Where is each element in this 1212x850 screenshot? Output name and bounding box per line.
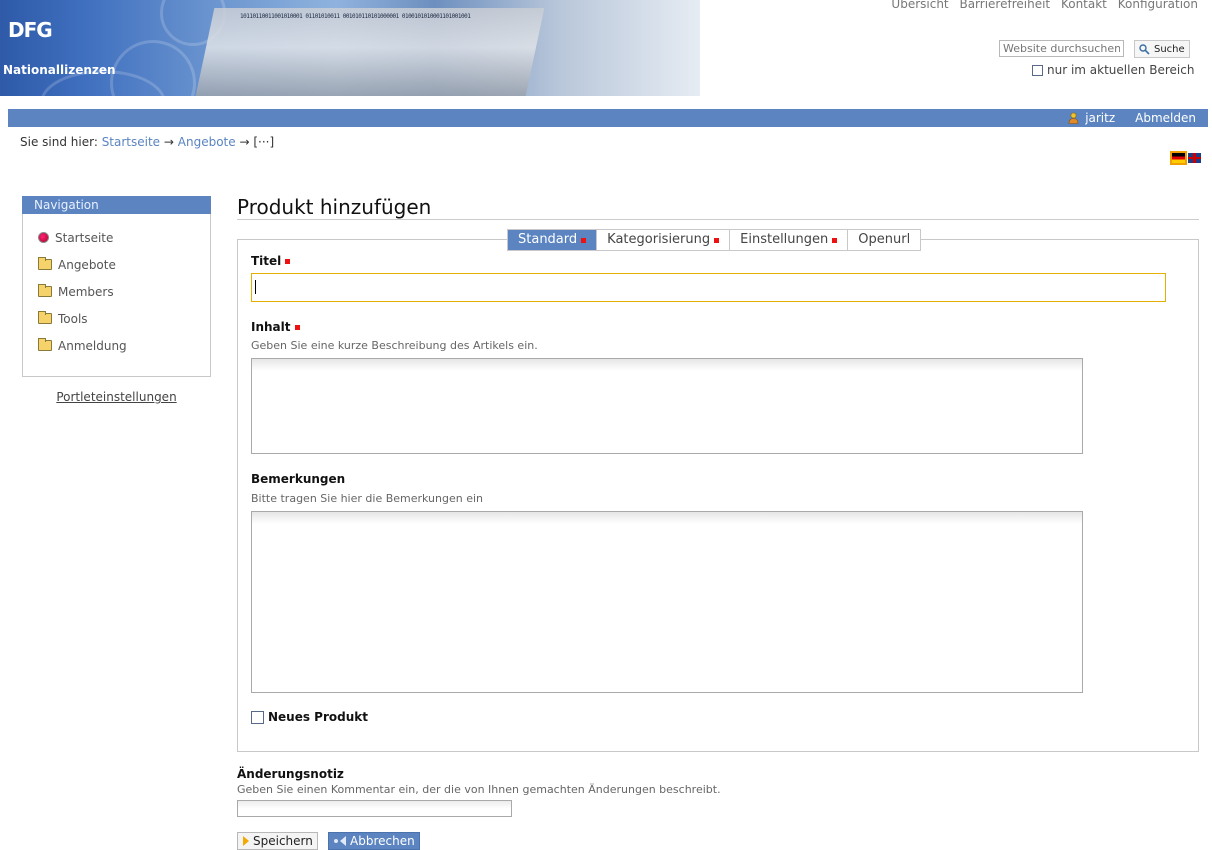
site-brand[interactable]: Nationallizenzen <box>3 63 116 77</box>
breadcrumb-separator: → <box>239 135 250 149</box>
required-marker <box>285 258 291 264</box>
search-scope: nur im aktuellen Bereich <box>1032 63 1194 77</box>
remarks-label: Bemerkungen <box>251 472 346 486</box>
username[interactable]: jaritz <box>1085 111 1115 125</box>
divider <box>237 219 1199 220</box>
link-contact[interactable]: Kontakt <box>1061 0 1107 11</box>
link-configuration[interactable]: Konfiguration <box>1118 0 1198 11</box>
banner-image <box>195 8 545 96</box>
navigation-portlet: Navigation Startseite Angebote Members T… <box>22 196 211 404</box>
link-overview[interactable]: Übersicht <box>891 0 948 11</box>
required-marker <box>714 237 720 243</box>
cancel-button-label: Abbrechen <box>350 834 415 848</box>
title-input[interactable] <box>251 273 1166 302</box>
language-selector <box>1170 151 1201 165</box>
cancel-button[interactable]: Abbrechen <box>328 832 420 850</box>
tab-label: Standard <box>518 232 578 247</box>
folder-icon <box>38 284 52 297</box>
content-textarea[interactable] <box>251 358 1083 454</box>
portlet-body: Startseite Angebote Members Tools Anmeld… <box>22 214 211 377</box>
user-icon <box>1068 112 1079 124</box>
breadcrumb-item-current: [···] <box>253 135 275 149</box>
search-input[interactable] <box>999 40 1124 57</box>
search-scope-label[interactable]: nur im aktuellen Bereich <box>1047 63 1194 77</box>
nav-item-label: Tools <box>58 311 88 326</box>
tab-label: Einstellungen <box>740 232 829 247</box>
site-actions: Übersicht Barrierefreiheit Kontakt Konfi… <box>884 0 1198 11</box>
page-title: Produkt hinzufügen <box>237 195 432 219</box>
nav-item-tools[interactable]: Tools <box>23 305 210 332</box>
required-marker <box>294 324 300 330</box>
breadcrumb-prefix: Sie sind hier: <box>20 135 98 149</box>
nav-item-label: Members <box>58 284 114 299</box>
new-product-label[interactable]: Neues Produkt <box>268 710 368 724</box>
new-product-checkbox[interactable] <box>251 710 264 724</box>
breadcrumb: Sie sind hier: Startseite → Angebote → [… <box>20 135 274 149</box>
tab-kategorisierung[interactable]: Kategorisierung <box>597 230 731 250</box>
portlet-settings-link[interactable]: Portleteinstellungen <box>22 390 211 404</box>
new-product-field: Neues Produkt <box>251 710 368 724</box>
user-bar: jaritz Abmelden <box>8 109 1208 127</box>
tab-einstellungen[interactable]: Einstellungen <box>730 230 849 250</box>
remarks-textarea[interactable] <box>251 511 1083 693</box>
folder-icon <box>38 338 52 351</box>
tab-openurl[interactable]: Openurl <box>848 230 920 250</box>
nav-item-label: Startseite <box>55 230 114 245</box>
portlet-title: Navigation <box>22 196 211 214</box>
folder-icon <box>38 311 52 324</box>
nav-item-angebote[interactable]: Angebote <box>23 251 210 278</box>
content-help: Geben Sie eine kurze Beschreibung des Ar… <box>251 339 538 352</box>
nav-item-label: Anmeldung <box>58 338 127 353</box>
dfg-logo[interactable]: DFG <box>8 18 66 48</box>
search-button[interactable]: Suche <box>1134 40 1190 58</box>
nav-item-members[interactable]: Members <box>23 278 210 305</box>
search-scope-checkbox[interactable] <box>1032 64 1043 76</box>
required-marker <box>581 237 587 243</box>
required-marker <box>832 237 838 243</box>
remarks-help: Bitte tragen Sie hier die Bemerkungen ei… <box>251 492 484 505</box>
user-actions: jaritz Abmelden <box>1068 111 1196 125</box>
cancel-icon <box>334 836 346 846</box>
en-flag-icon[interactable] <box>1188 153 1201 163</box>
save-icon <box>243 836 249 846</box>
link-accessibility[interactable]: Barrierefreiheit <box>959 0 1050 11</box>
nav-item-anmeldung[interactable]: Anmeldung <box>23 332 210 359</box>
breadcrumb-item-offers[interactable]: Angebote <box>178 135 236 149</box>
title-label-text: Titel <box>251 254 282 268</box>
nav-item-startseite[interactable]: Startseite <box>23 224 210 251</box>
search-button-label: Suche <box>1154 43 1185 55</box>
change-note-help: Geben Sie einen Kommentar ein, der die v… <box>237 783 721 796</box>
content-label-text: Inhalt <box>251 320 291 334</box>
tab-standard[interactable]: Standard <box>508 230 598 250</box>
logout-link[interactable]: Abmelden <box>1135 111 1196 125</box>
de-flag-icon[interactable] <box>1170 151 1187 165</box>
header-banner: 10110110011001010001 01101010011 0010101… <box>0 0 700 96</box>
nav-item-label: Angebote <box>58 257 116 272</box>
save-button[interactable]: Speichern <box>237 832 318 850</box>
content-label: Inhalt <box>251 320 300 334</box>
change-note-label: Änderungsnotiz <box>237 767 344 781</box>
home-icon <box>38 232 49 243</box>
breadcrumb-separator: → <box>163 135 174 149</box>
breadcrumb-item-home[interactable]: Startseite <box>102 135 160 149</box>
change-note-input[interactable] <box>237 800 512 817</box>
tab-label: Kategorisierung <box>607 232 711 247</box>
folder-icon <box>38 257 52 270</box>
search-icon <box>1139 43 1150 55</box>
banner-digits: 10110110011001010001 01101010011 0010101… <box>240 13 471 20</box>
tab-label: Openurl <box>858 232 911 247</box>
save-button-label: Speichern <box>253 834 313 848</box>
form-tabs: Standard Kategorisierung Einstellungen O… <box>507 229 922 251</box>
title-label: Titel <box>251 254 291 268</box>
